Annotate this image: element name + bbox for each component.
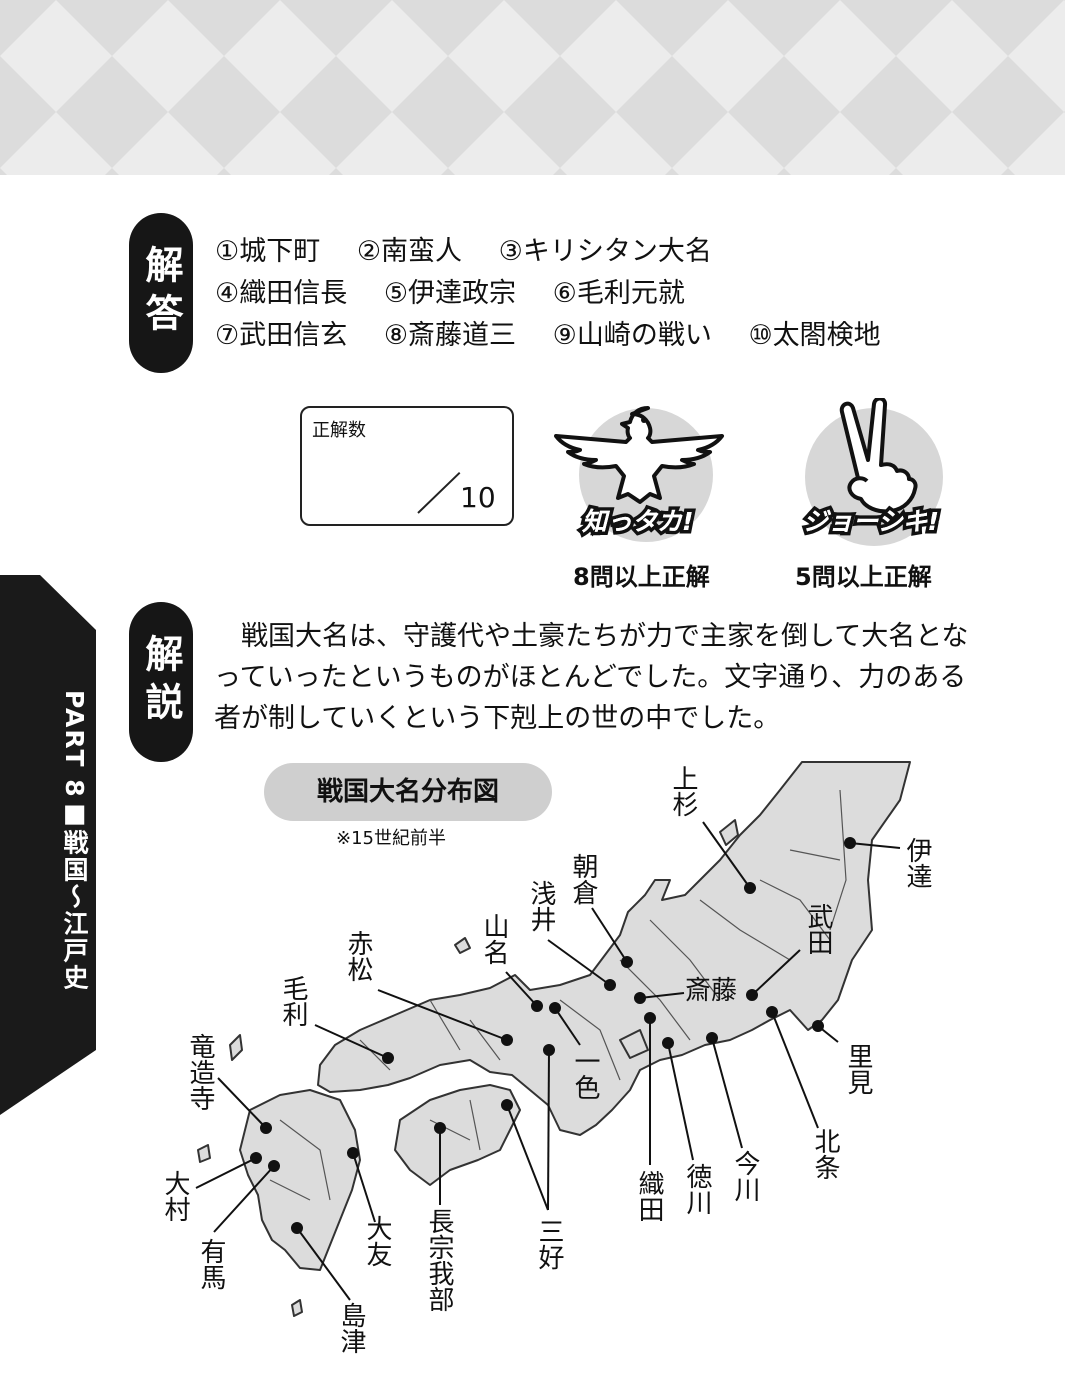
- map-label-chosokabe: 長宗我部: [424, 1208, 454, 1312]
- map-label-arima: 有馬: [196, 1238, 226, 1290]
- map-label-date: 伊達: [902, 837, 932, 889]
- shikoku-shape: [394, 1084, 521, 1186]
- map-label-hojo: 北条: [810, 1128, 840, 1180]
- map-label-mori: 毛利: [278, 975, 308, 1027]
- kyushu-shape: [239, 1089, 361, 1271]
- map-label-oda: 織田: [634, 1170, 664, 1222]
- map-label-satomi: 里見: [843, 1043, 873, 1095]
- map-label-otomo: 大友: [362, 1215, 392, 1267]
- map-label-yamana: 山名: [479, 913, 509, 965]
- map-label-miyoshi: 三好: [534, 1218, 564, 1270]
- map-label-shimazu: 島津: [336, 1302, 366, 1354]
- map-label-akamatsu: 赤松: [343, 930, 373, 982]
- map-label-asakura: 朝倉: [568, 853, 598, 905]
- map-label-uesugi: 上杉: [668, 765, 698, 817]
- map-label-ryuzoji: 竜造寺: [185, 1033, 215, 1111]
- map-label-omura: 大村: [160, 1170, 190, 1222]
- map-label-azai: 浅井: [526, 880, 556, 932]
- map-label-saito: 斎藤: [685, 976, 738, 1006]
- map-label-isshiki: 一色: [570, 1048, 600, 1100]
- map-label-takeda: 武田: [803, 903, 833, 955]
- map-label-tokugawa: 徳川: [682, 1163, 712, 1215]
- map-label-imagawa: 今川: [730, 1150, 760, 1202]
